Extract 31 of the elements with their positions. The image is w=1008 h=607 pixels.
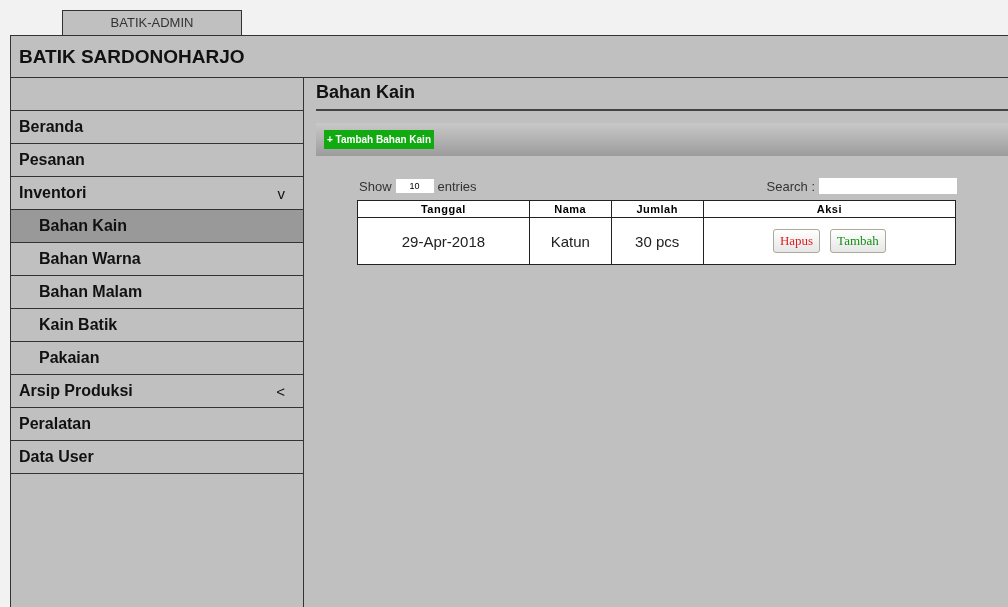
table-cell: 30 pcs [611, 217, 704, 265]
page-size-field[interactable]: 10 [395, 179, 434, 193]
menu-label: Inventori [19, 184, 87, 202]
menu-indicator: v [277, 184, 285, 202]
site-title: BATIK SARDONOHARJO [11, 35, 1008, 78]
column-header: Jumlah [611, 200, 704, 218]
search-field[interactable] [819, 178, 957, 194]
column-header: Aksi [703, 200, 956, 218]
show-label: Show [359, 178, 392, 194]
menu-label: Data User [19, 448, 94, 466]
menu-label: Peralatan [19, 415, 92, 433]
delete-button[interactable]: Hapus [772, 229, 821, 253]
search-label: Search : [766, 178, 815, 194]
add-stock-button[interactable]: Tambah [830, 229, 886, 253]
menu-label: Arsip Produksi [19, 382, 133, 400]
menu-label: Kain Batik [39, 316, 118, 334]
table-cell: 29-Apr-2018 [357, 217, 530, 265]
column-header: Nama [529, 200, 612, 218]
menu-label: Pesanan [19, 151, 85, 169]
menu-label: Pakaian [39, 349, 100, 367]
app-tab[interactable]: BATIK-ADMIN [62, 10, 242, 35]
menu-label: Bahan Kain [39, 217, 127, 235]
table-cell: Katun [529, 217, 612, 265]
entries-label: entries [437, 178, 477, 194]
sidebar-item[interactable]: Bahan Kain [11, 210, 303, 243]
menu-label: Bahan Malam [39, 283, 143, 301]
page-title: Bahan Kain [316, 82, 1008, 111]
menu-indicator: < [276, 382, 285, 400]
menu-label: Beranda [19, 118, 84, 136]
column-header: Tanggal [357, 200, 530, 218]
menu-label: Bahan Warna [39, 250, 141, 268]
